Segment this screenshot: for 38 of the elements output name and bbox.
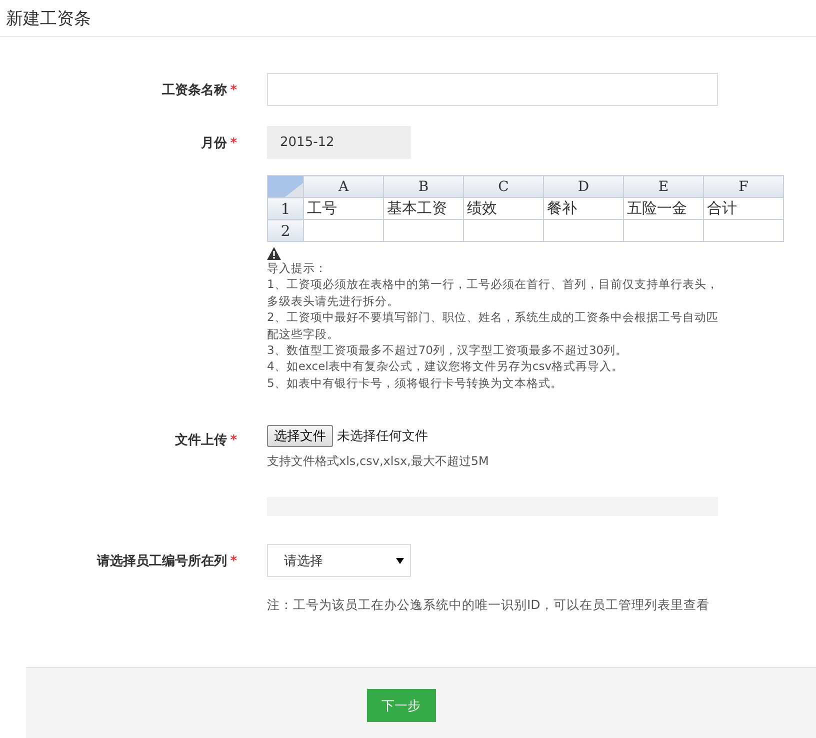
name-input-field[interactable] <box>267 73 718 106</box>
warning-icon <box>267 247 281 260</box>
tip-text: 3、数值型工资项最多不超过70列，汉字型工资项最多不超过30列。 <box>267 342 629 358</box>
field-label: 工资条名称 <box>162 82 228 98</box>
tip-text: 2、工资项中最好不要填写部门、职位、姓名，系统生成的工资条中会根据工号自动匹配这些字段。 <box>267 309 720 342</box>
column-select[interactable]: 请选择 <box>267 544 411 578</box>
spreadsheet-cell: 基本工资 <box>384 198 464 220</box>
page-title: 新建工资条 <box>6 8 91 30</box>
column-header: D <box>544 176 624 198</box>
spreadsheet-cell: 合计 <box>704 198 784 220</box>
dropdown-caret-icon <box>396 558 404 564</box>
tip-text: 4、如excel表中有复杂公式，建议您将文件另存为csv格式再导入。 <box>267 358 625 375</box>
column-header: E <box>624 176 704 198</box>
file-status-text: 未选择任何文件 <box>337 428 428 446</box>
choose-file-button[interactable]: 选择文件 <box>267 425 333 448</box>
corner-triangle-icon <box>283 183 303 197</box>
required-mark: * <box>230 136 237 150</box>
field-label: 月份 <box>201 136 228 150</box>
tip-text: 5、如表中有银行卡号，须将银行卡号转换为文本格式。 <box>267 374 564 392</box>
employee-id-note: 注：工号为该员工在办公逸系统中的唯一识别ID，可以在员工管理列表里查看 <box>267 597 710 614</box>
field-label: 请选择员工编号所在列 <box>97 554 228 569</box>
spreadsheet-cell: 餐补 <box>544 198 624 220</box>
tips-title: 导入提示： <box>267 260 328 276</box>
field-label: 文件上传 <box>175 433 228 448</box>
row-header: 2 <box>268 220 304 242</box>
column-header: A <box>304 176 384 198</box>
required-mark: * <box>230 433 237 448</box>
required-mark: * <box>230 82 237 98</box>
required-mark: * <box>230 554 237 569</box>
spreadsheet-cell: 五险一金 <box>624 198 704 220</box>
row-header: 1 <box>268 198 304 220</box>
column-header: B <box>384 176 464 198</box>
spreadsheet-cell: 工号 <box>304 198 384 220</box>
file-format-hint: 支持文件格式xls,csv,xlsx,最大不超过5M <box>267 453 490 470</box>
tip-text: 1、工资项必须放在表格中的第一行，工号必须在首行、首列，目前仅支持单行表头，多级表头请先进行拆分。 <box>267 276 720 310</box>
column-header: F <box>704 176 784 198</box>
spreadsheet-cell: 绩效 <box>464 198 544 220</box>
column-header: C <box>464 176 544 198</box>
